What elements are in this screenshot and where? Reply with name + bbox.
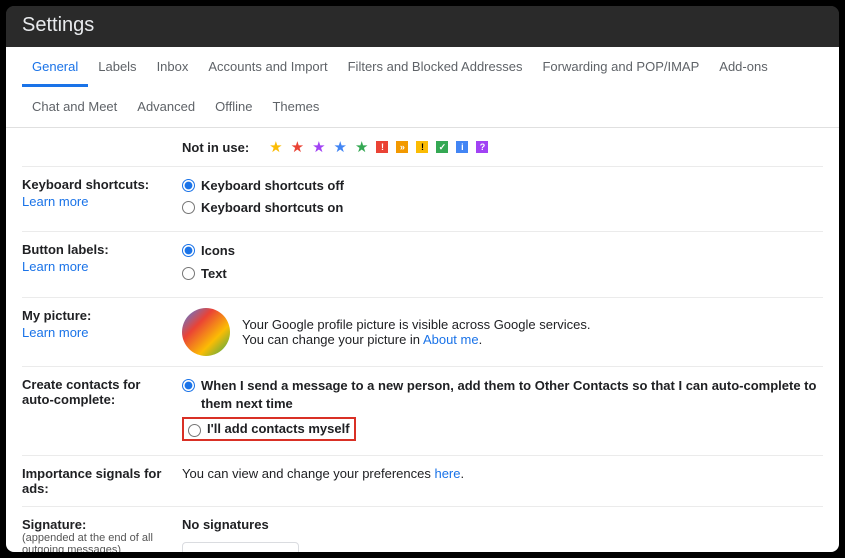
star-red-icon[interactable]: ★ — [291, 138, 304, 156]
importance-here-link[interactable]: here — [434, 466, 460, 481]
tab-advanced[interactable]: Advanced — [127, 87, 205, 127]
star-yellow-icon[interactable]: ★ — [269, 138, 282, 156]
importance-text-1: You can view and change your preferences — [182, 466, 434, 481]
row-signature: Signature: (appended at the end of all o… — [22, 507, 823, 552]
row-create-contacts: Create contacts for auto-complete: When … — [22, 367, 823, 457]
star-purple-icon[interactable]: ★ — [312, 138, 325, 156]
radio-text[interactable] — [182, 267, 195, 280]
auto-contacts-label: When I send a message to a new person, a… — [201, 377, 823, 413]
avatar[interactable] — [182, 308, 230, 356]
create-new-label: Create new — [212, 550, 284, 552]
tab-forwarding[interactable]: Forwarding and POP/IMAP — [532, 47, 709, 87]
keyboard-shortcuts-label: Keyboard shortcuts: — [22, 177, 172, 192]
create-contacts-label: Create contacts for auto-complete: — [22, 377, 172, 407]
about-me-link[interactable]: About me — [423, 332, 479, 347]
row-stars-notinuse: Not in use: ★ ★ ★ ★ ★ ! » ! ✓ i ? — [22, 128, 823, 167]
settings-body: Not in use: ★ ★ ★ ★ ★ ! » ! ✓ i ? — [6, 128, 839, 552]
tab-inbox[interactable]: Inbox — [147, 47, 199, 87]
create-signature-button[interactable]: + Create new — [182, 542, 299, 552]
tab-offline[interactable]: Offline — [205, 87, 262, 127]
text-label: Text — [201, 265, 227, 283]
button-labels-label: Button labels: — [22, 242, 172, 257]
tab-filters[interactable]: Filters and Blocked Addresses — [338, 47, 533, 87]
picture-desc-2a: You can change your picture in — [242, 332, 423, 347]
row-importance-signals: Importance signals for ads: You can view… — [22, 456, 823, 507]
plus-icon: + — [197, 550, 206, 552]
radio-icons[interactable] — [182, 244, 195, 257]
settings-tabs: General Labels Inbox Accounts and Import… — [6, 47, 839, 128]
learn-more-link[interactable]: Learn more — [22, 259, 88, 274]
importance-label: Importance signals for ads: — [22, 466, 172, 496]
badge-orange-arrow-icon[interactable]: » — [396, 141, 408, 153]
radio-keyboard-off[interactable] — [182, 179, 195, 192]
star-green-icon[interactable]: ★ — [355, 138, 368, 156]
keyboard-off-label: Keyboard shortcuts off — [201, 177, 344, 195]
no-signatures-text: No signatures — [182, 517, 823, 532]
badge-blue-info-icon[interactable]: i — [456, 141, 468, 153]
icons-label: Icons — [201, 242, 235, 260]
learn-more-link[interactable]: Learn more — [22, 194, 88, 209]
radio-auto-contacts[interactable] — [182, 379, 195, 392]
star-blue-icon[interactable]: ★ — [334, 138, 347, 156]
tab-addons[interactable]: Add-ons — [709, 47, 777, 87]
tab-labels[interactable]: Labels — [88, 47, 146, 87]
signature-label: Signature: — [22, 517, 172, 532]
learn-more-link[interactable]: Learn more — [22, 325, 88, 340]
radio-keyboard-on[interactable] — [182, 201, 195, 214]
tab-general[interactable]: General — [22, 47, 88, 87]
badge-purple-question-icon[interactable]: ? — [476, 141, 488, 153]
importance-text-2: . — [461, 466, 465, 481]
radio-manual-contacts[interactable] — [188, 424, 201, 437]
badge-yellow-exclaim-icon[interactable]: ! — [416, 141, 428, 153]
badge-green-check-icon[interactable]: ✓ — [436, 141, 448, 153]
tab-accounts[interactable]: Accounts and Import — [198, 47, 337, 87]
tab-themes[interactable]: Themes — [262, 87, 329, 127]
notinuse-label: Not in use: — [182, 140, 249, 155]
badge-red-exclaim-icon[interactable]: ! — [376, 141, 388, 153]
picture-desc-1: Your Google profile picture is visible a… — [242, 317, 591, 332]
signature-sub: (appended at the end of all outgoing mes… — [22, 532, 172, 552]
my-picture-label: My picture: — [22, 308, 172, 323]
row-button-labels: Button labels: Learn more Icons Text — [22, 232, 823, 297]
keyboard-on-label: Keyboard shortcuts on — [201, 199, 343, 217]
row-my-picture: My picture: Learn more Your Google profi… — [22, 298, 823, 367]
window-title: Settings — [6, 6, 839, 47]
manual-contacts-label: I'll add contacts myself — [207, 420, 350, 438]
highlight-box: I'll add contacts myself — [182, 417, 356, 441]
row-keyboard-shortcuts: Keyboard shortcuts: Learn more Keyboard … — [22, 167, 823, 232]
tab-chat[interactable]: Chat and Meet — [22, 87, 127, 127]
picture-desc-2c: . — [479, 332, 483, 347]
